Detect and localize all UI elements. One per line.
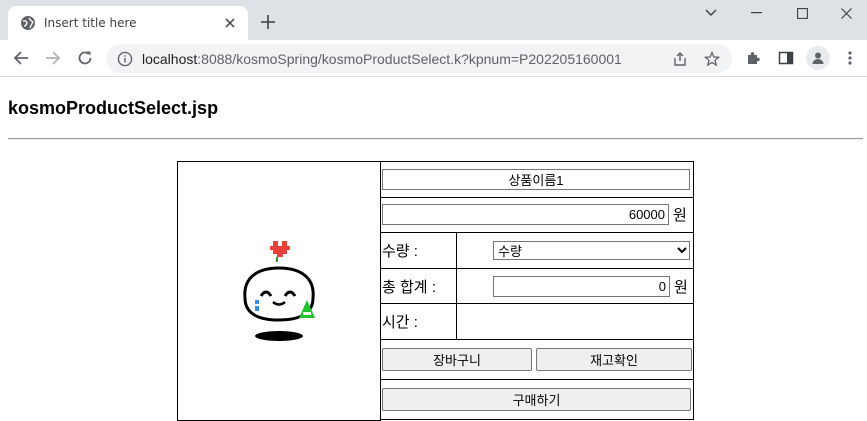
extensions-puzzle-icon[interactable] <box>742 46 766 70</box>
close-window-icon[interactable] <box>823 0 867 26</box>
total-label: 총 합계 : <box>382 278 436 296</box>
buy-button[interactable]: 구매하기 <box>382 388 691 412</box>
cartoon-mascot-icon <box>243 240 315 341</box>
quantity-select-cell: 수량 <box>456 232 694 269</box>
page-content: kosmoProductSelect.jsp 상품이름1 60000 원 수량 … <box>0 78 867 421</box>
page-title: kosmoProductSelect.jsp <box>8 98 219 118</box>
url-path: :8088/kosmoSpring/kosmoProductSelect.k?k… <box>197 50 622 67</box>
browser-tab[interactable]: Insert title here <box>8 6 248 40</box>
spacer-cell <box>381 420 694 421</box>
product-name-cell: 상품이름1 <box>380 161 694 198</box>
time-value-cell <box>456 303 694 341</box>
forward-arrow-icon[interactable] <box>41 46 65 70</box>
quantity-label: 수량 : <box>382 243 418 261</box>
globe-icon <box>20 15 36 31</box>
product-name-field[interactable]: 상품이름1 <box>382 168 690 190</box>
close-tab-icon[interactable] <box>222 15 238 31</box>
time-label: 시간 : <box>382 314 418 332</box>
maximize-icon[interactable] <box>779 0 825 26</box>
back-arrow-icon[interactable] <box>9 46 33 70</box>
time-label-cell: 시간 : <box>380 303 457 341</box>
tab-title: Insert title here <box>44 16 137 30</box>
new-tab-icon[interactable] <box>258 12 278 32</box>
bookmark-star-icon[interactable] <box>700 47 724 71</box>
total-field[interactable]: 0 <box>493 275 670 297</box>
quantity-selected-value: 수량 <box>498 244 522 260</box>
action-buttons-cell: 장바구니 재고확인 <box>380 339 694 381</box>
side-panel-icon[interactable] <box>774 46 798 70</box>
profile-avatar-icon[interactable] <box>806 46 830 70</box>
tab-search-icon[interactable] <box>688 0 734 26</box>
address-bar[interactable]: localhost:8088/kosmoSpring/kosmoProductS… <box>106 44 732 73</box>
product-price-cell: 60000 원 <box>380 196 694 234</box>
total-value-cell: 0 원 <box>456 267 694 305</box>
browser-toolbar: localhost:8088/kosmoSpring/kosmoProductS… <box>0 40 867 77</box>
more-menu-icon[interactable] <box>838 46 862 70</box>
product-table: 상품이름1 60000 원 수량 : 수량 총 합계: 0 원 시간: 장바… <box>177 161 694 421</box>
total-unit: 원 <box>674 278 688 296</box>
quantity-label-cell: 수량 : <box>380 232 457 269</box>
price-field[interactable]: 60000 <box>382 204 669 226</box>
divider <box>8 138 863 140</box>
url-host: localhost <box>142 50 198 67</box>
total-label-cell: 총 합계 : <box>380 267 457 305</box>
buy-button-cell: 구매하기 <box>380 379 694 421</box>
minimize-icon[interactable] <box>733 0 779 26</box>
price-unit: 원 <box>673 207 687 225</box>
product-image-cell <box>177 161 381 421</box>
share-icon[interactable] <box>668 47 692 71</box>
quantity-select[interactable]: 수량 <box>493 241 690 261</box>
chevron-down-icon <box>677 247 687 254</box>
url-text: localhost:8088/kosmoSpring/kosmoProductS… <box>142 51 622 67</box>
reload-icon[interactable] <box>73 46 97 70</box>
tab-strip: Insert title here <box>0 0 867 40</box>
site-info-icon[interactable] <box>116 50 134 68</box>
